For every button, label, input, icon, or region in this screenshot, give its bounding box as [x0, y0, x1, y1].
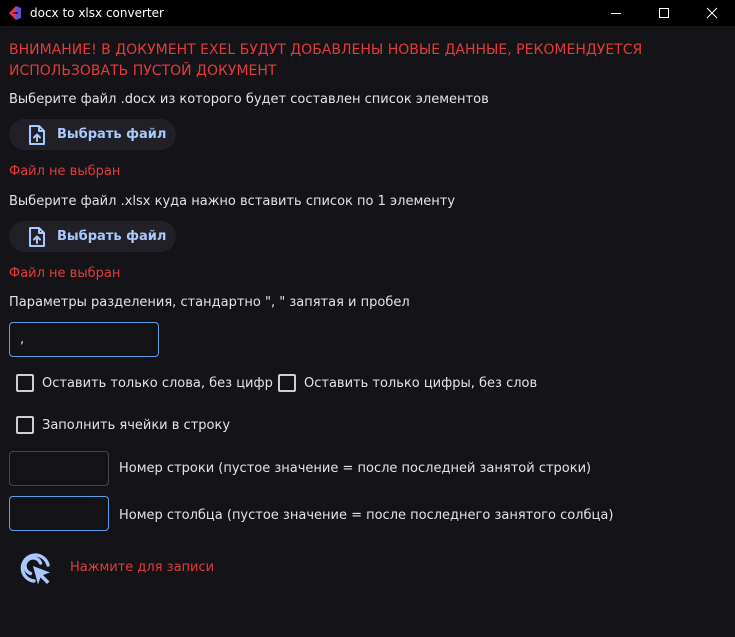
- fill-row-checkbox-box[interactable]: [16, 416, 34, 434]
- fill-row-label: Заполнить ячейки в строку: [42, 417, 231, 433]
- row-number-label: Номер строки (пустое значение = после по…: [119, 461, 592, 476]
- file-upload-icon: [29, 124, 45, 145]
- digits-only-checkbox-box[interactable]: [278, 374, 296, 392]
- docx-file-label: Выберите файл .docx из которого будет со…: [9, 92, 489, 107]
- pick-docx-button[interactable]: Выбрать файл: [9, 119, 176, 150]
- fill-row-checkbox[interactable]: Заполнить ячейки в строку: [16, 416, 230, 434]
- words-only-checkbox[interactable]: Оставить только слова, без цифр: [16, 374, 273, 392]
- minimize-icon: [611, 13, 621, 14]
- row-number-input[interactable]: [9, 451, 109, 486]
- separator-input[interactable]: [9, 322, 159, 357]
- window-title: docx to xlsx converter: [30, 6, 164, 20]
- pick-xlsx-button-label: Выбрать файл: [57, 229, 167, 244]
- minimize-button[interactable]: [593, 0, 639, 26]
- words-only-label: Оставить только слова, без цифр: [42, 375, 273, 391]
- column-number-label: Номер столбца (пустое значение = после п…: [119, 508, 614, 523]
- pick-xlsx-button[interactable]: Выбрать файл: [9, 221, 176, 252]
- record-button[interactable]: Нажмите для записи: [70, 559, 214, 577]
- pick-docx-button-label: Выбрать файл: [57, 127, 167, 142]
- close-icon: [706, 7, 718, 19]
- title-bar[interactable]: docx to xlsx converter: [0, 0, 735, 26]
- separator-label: Параметры разделения, стандартно ", " за…: [9, 295, 410, 310]
- column-number-input[interactable]: [9, 496, 109, 531]
- maximize-icon: [659, 8, 669, 18]
- xlsx-file-status: Файл не выбран: [9, 266, 121, 281]
- flet-app-icon: [9, 6, 21, 20]
- words-only-checkbox-box[interactable]: [16, 374, 34, 392]
- ads-click-icon[interactable]: [17, 550, 53, 586]
- warning-message: ВНИМАНИЕ! В ДОКУМЕНТ EXEL БУДУТ ДОБАВЛЕН…: [9, 42, 643, 79]
- xlsx-file-label: Выберите файл .xlsx куда нажно вставить …: [9, 194, 456, 209]
- digits-only-checkbox[interactable]: Оставить только цифры, без слов: [278, 374, 537, 392]
- file-upload-icon: [29, 226, 45, 247]
- maximize-button[interactable]: [641, 0, 687, 26]
- close-button[interactable]: [689, 0, 735, 26]
- docx-file-status: Файл не выбран: [9, 164, 121, 179]
- digits-only-label: Оставить только цифры, без слов: [304, 375, 538, 391]
